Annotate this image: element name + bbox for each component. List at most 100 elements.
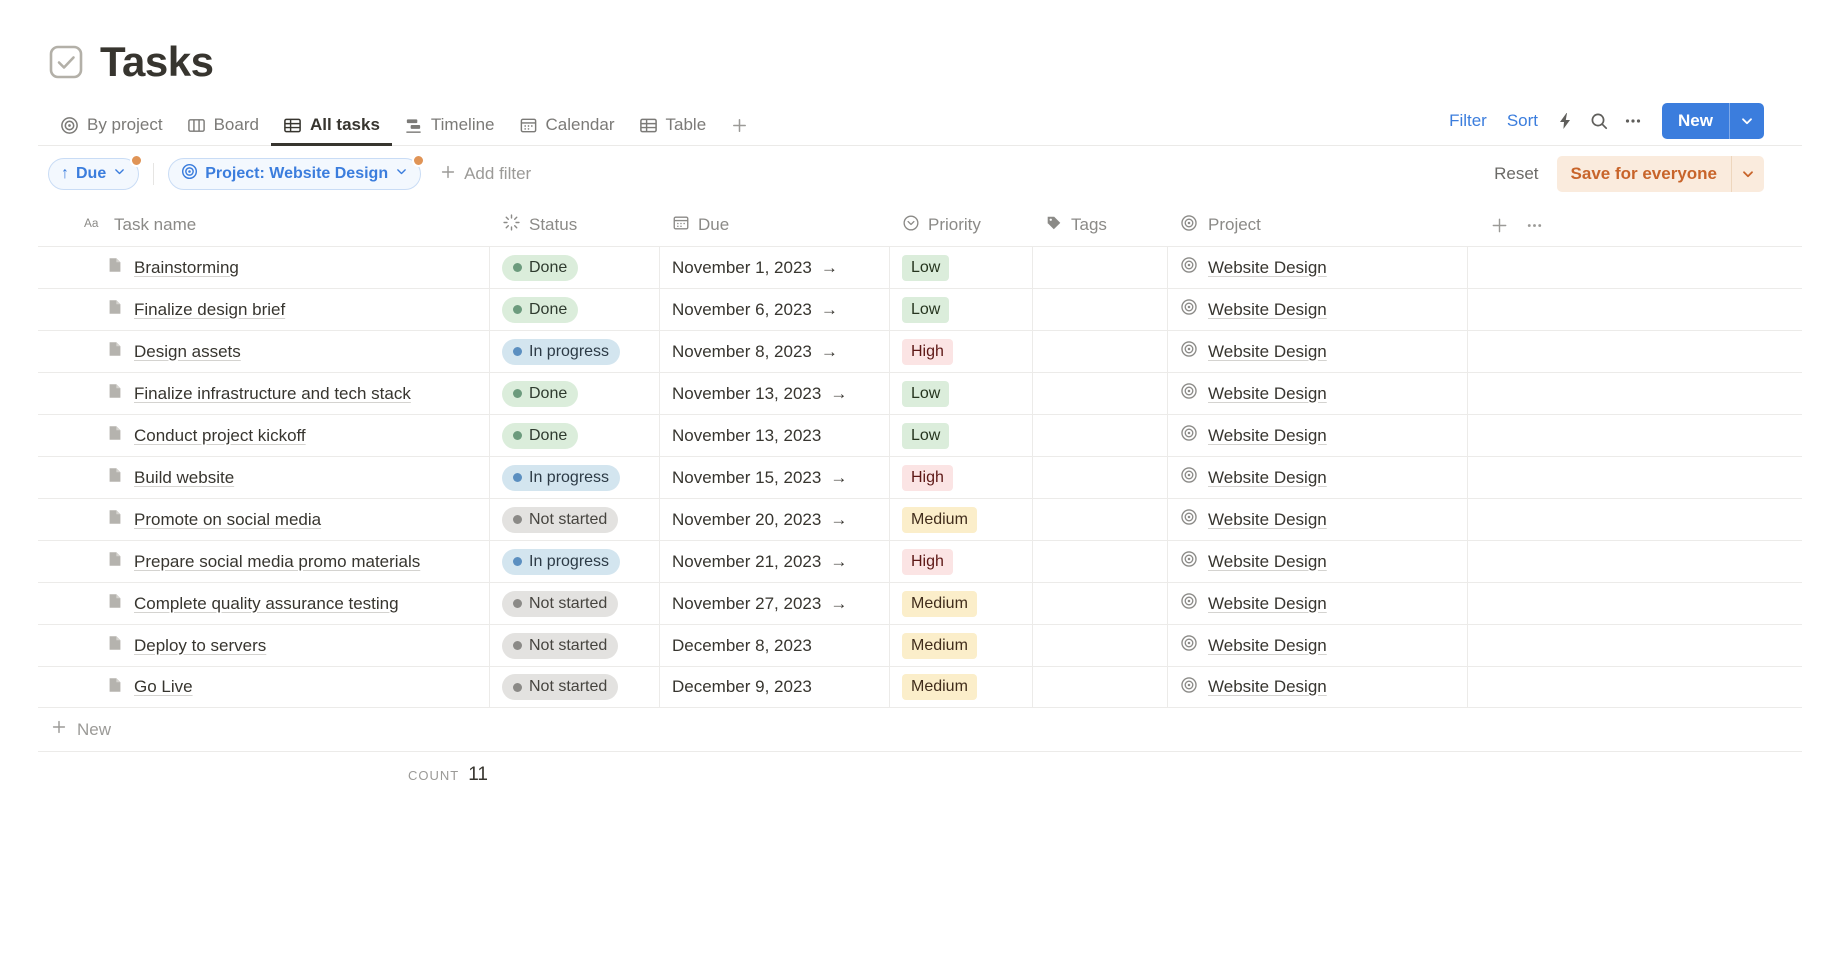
cell-project[interactable]: Website Design [1168,667,1468,707]
cell-tags[interactable] [1033,331,1168,372]
cell-task-name[interactable]: Go Live [38,667,490,707]
cell-tags[interactable] [1033,499,1168,540]
tab-all-tasks[interactable]: All tasks [271,115,392,146]
cell-project[interactable]: Website Design [1168,625,1468,666]
cell-tags[interactable] [1033,247,1168,288]
task-name-link[interactable]: Design assets [134,342,241,362]
cell-project[interactable]: Website Design [1168,247,1468,288]
project-relation-link[interactable]: Website Design [1208,594,1327,614]
tab-table[interactable]: Table [627,115,719,146]
cell-priority[interactable]: Low [890,289,1033,330]
cell-due[interactable]: November 15, 2023→ [660,457,890,498]
cell-due[interactable]: December 8, 2023 [660,625,890,666]
reset-button[interactable]: Reset [1494,164,1538,184]
table-row[interactable]: Finalize infrastructure and tech stack Do… [38,372,1802,414]
new-button[interactable]: New [1662,103,1729,139]
cell-priority[interactable]: Low [890,373,1033,414]
cell-due[interactable]: November 1, 2023→ [660,247,890,288]
cell-due[interactable]: November 13, 2023 [660,415,890,456]
cell-project[interactable]: Website Design [1168,583,1468,624]
table-row[interactable]: Design assets In progressNovember 8, 2023… [38,330,1802,372]
column-header-tags[interactable]: Tags [1033,204,1168,246]
table-row[interactable]: Conduct project kickoff DoneNovember 13, … [38,414,1802,456]
cell-status[interactable]: In progress [490,541,660,582]
cell-tags[interactable] [1033,373,1168,414]
ellipsis-icon[interactable] [1616,106,1650,136]
task-name-link[interactable]: Prepare social media promo materials [134,552,420,572]
project-relation-link[interactable]: Website Design [1208,258,1327,278]
table-row[interactable]: Prepare social media promo materials In p… [38,540,1802,582]
column-header-project[interactable]: Project [1168,204,1468,246]
cell-tags[interactable] [1033,667,1168,707]
filter-button[interactable]: Filter [1439,107,1497,135]
project-relation-link[interactable]: Website Design [1208,636,1327,656]
cell-status[interactable]: In progress [490,457,660,498]
cell-status[interactable]: Not started [490,583,660,624]
cell-tags[interactable] [1033,289,1168,330]
table-row[interactable]: Complete quality assurance testing Not st… [38,582,1802,624]
cell-tags[interactable] [1033,457,1168,498]
cell-task-name[interactable]: Design assets [38,331,490,372]
cell-status[interactable]: Not started [490,625,660,666]
cell-due[interactable]: November 13, 2023→ [660,373,890,414]
project-relation-link[interactable]: Website Design [1208,426,1327,446]
table-row[interactable]: Deploy to serversNot startedDecember 8, … [38,624,1802,666]
cell-tags[interactable] [1033,541,1168,582]
project-relation-link[interactable]: Website Design [1208,342,1327,362]
cell-priority[interactable]: Medium [890,625,1033,666]
lightning-icon[interactable] [1548,106,1582,136]
sort-chip-due[interactable]: ↑ Due [48,158,139,190]
cell-status[interactable]: Not started [490,667,660,707]
filter-chip-project[interactable]: Project: Website Design [168,158,421,190]
cell-due[interactable]: November 21, 2023→ [660,541,890,582]
cell-task-name[interactable]: Deploy to servers [38,625,490,666]
task-name-link[interactable]: Finalize infrastructure and tech stack [134,384,411,404]
cell-priority[interactable]: Medium [890,583,1033,624]
cell-priority[interactable]: High [890,331,1033,372]
table-row[interactable]: Finalize design briefDoneNovember 6, 202… [38,288,1802,330]
new-row-button[interactable]: New [38,708,1802,752]
chevron-down-icon[interactable] [1732,156,1764,192]
cell-due[interactable]: November 6, 2023→ [660,289,890,330]
tab-board[interactable]: Board [175,115,271,146]
cell-task-name[interactable]: Finalize infrastructure and tech stack [38,373,490,414]
chevron-down-icon[interactable] [1730,103,1764,139]
cell-project[interactable]: Website Design [1168,373,1468,414]
cell-priority[interactable]: High [890,541,1033,582]
table-row[interactable]: Brainstorming DoneNovember 1, 2023→Low Web… [38,246,1802,288]
project-relation-link[interactable]: Website Design [1208,300,1327,320]
cell-status[interactable]: In progress [490,331,660,372]
cell-status[interactable]: Done [490,289,660,330]
cell-project[interactable]: Website Design [1168,457,1468,498]
task-name-link[interactable]: Promote on social media [134,510,321,530]
column-header-due[interactable]: Due [660,204,890,246]
task-name-link[interactable]: Build website [134,468,234,488]
column-header-task-name[interactable]: Aa Task name [38,204,490,246]
tab-timeline[interactable]: Timeline [392,115,507,146]
project-relation-link[interactable]: Website Design [1208,468,1327,488]
cell-task-name[interactable]: Prepare social media promo materials [38,541,490,582]
cell-task-name[interactable]: Complete quality assurance testing [38,583,490,624]
cell-due[interactable]: November 27, 2023→ [660,583,890,624]
project-relation-link[interactable]: Website Design [1208,552,1327,572]
task-name-link[interactable]: Complete quality assurance testing [134,594,399,614]
cell-priority[interactable]: Medium [890,667,1033,707]
cell-priority[interactable]: Low [890,247,1033,288]
cell-due[interactable]: November 8, 2023→ [660,331,890,372]
cell-project[interactable]: Website Design [1168,331,1468,372]
cell-project[interactable]: Website Design [1168,415,1468,456]
ellipsis-icon[interactable] [1525,216,1544,235]
task-name-link[interactable]: Conduct project kickoff [134,426,306,446]
column-header-priority[interactable]: Priority [890,204,1033,246]
count-summary[interactable]: COUNT 11 [408,764,488,786]
tab-by-project[interactable]: By project [48,115,175,146]
cell-status[interactable]: Done [490,373,660,414]
cell-due[interactable]: November 20, 2023→ [660,499,890,540]
cell-task-name[interactable]: Brainstorming [38,247,490,288]
cell-status[interactable]: Done [490,247,660,288]
cell-status[interactable]: Done [490,415,660,456]
tab-calendar[interactable]: Calendar [507,115,627,146]
add-view-button[interactable] [718,116,761,146]
cell-task-name[interactable]: Promote on social media [38,499,490,540]
task-name-link[interactable]: Brainstorming [134,258,239,278]
